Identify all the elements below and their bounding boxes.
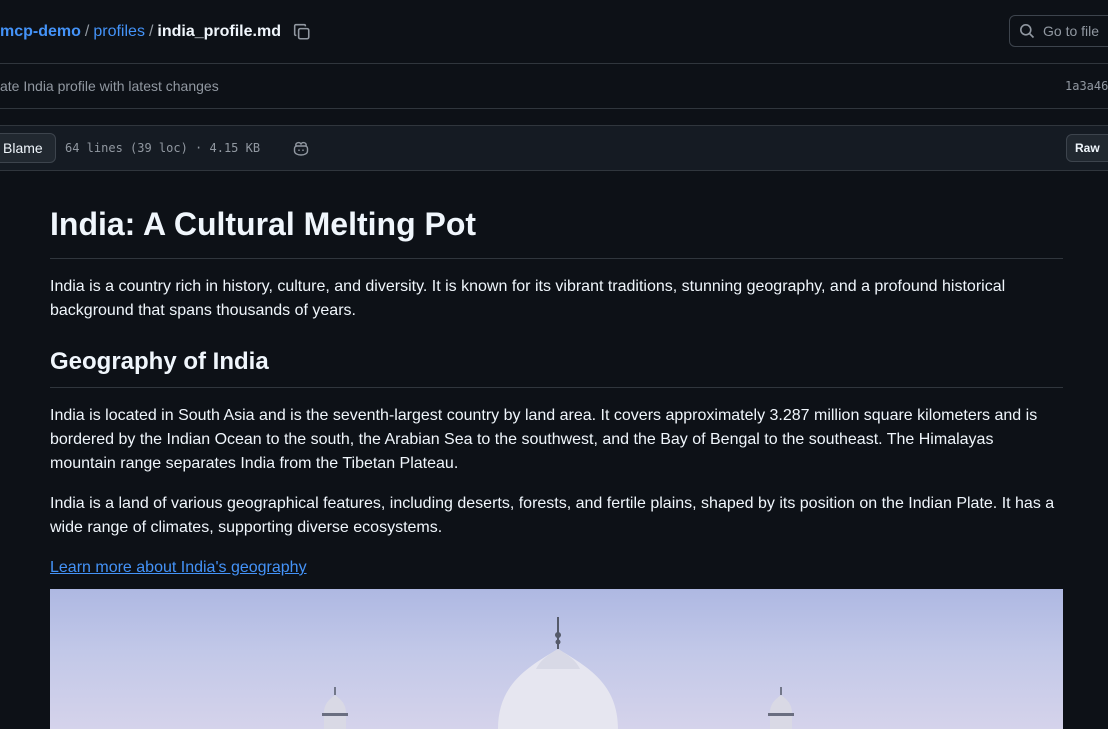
- raw-button[interactable]: Raw: [1066, 134, 1108, 162]
- geography-paragraph-1: India is located in South Asia and is th…: [50, 407, 1038, 472]
- page-title: India: A Cultural Melting Pot: [50, 204, 1063, 259]
- file-header: mcp-demo / profiles / india_profile.md G…: [0, 0, 1108, 64]
- breadcrumb-folder-link[interactable]: profiles: [93, 23, 145, 41]
- geography-link[interactable]: Learn more about India's geography: [50, 559, 307, 576]
- search-icon: [1020, 24, 1035, 39]
- breadcrumb: mcp-demo / profiles / india_profile.md: [0, 20, 311, 44]
- breadcrumb-separator: /: [84, 23, 90, 40]
- breadcrumb-current-file: india_profile.md: [157, 23, 281, 40]
- blame-button[interactable]: Blame: [0, 133, 56, 163]
- file-toolbar: Blame 64 lines (39 loc) · 4.15 KB Raw: [0, 125, 1108, 171]
- commit-message[interactable]: ate India profile with latest changes: [0, 78, 219, 94]
- breadcrumb-repo-link[interactable]: mcp-demo: [0, 23, 81, 41]
- latest-commit-bar: ate India profile with latest changes 1a…: [0, 64, 1108, 109]
- file-info: 64 lines (39 loc) · 4.15 KB: [65, 141, 261, 155]
- geography-paragraph-2: India is a land of various geographical …: [50, 495, 1055, 536]
- copy-icon[interactable]: [293, 23, 311, 41]
- intro-paragraph: India is a country rich in history, cult…: [50, 278, 1006, 319]
- copilot-icon[interactable]: [292, 139, 310, 157]
- go-to-file-label: Go to file: [1043, 23, 1100, 39]
- geography-heading: Geography of India: [50, 347, 1063, 388]
- markdown-body: India: A Cultural Melting Pot India is a…: [50, 190, 1063, 580]
- breadcrumb-separator: /: [148, 23, 154, 40]
- go-to-file-button[interactable]: Go to file: [1009, 15, 1108, 47]
- commit-hash[interactable]: 1a3a46: [1065, 79, 1108, 93]
- taj-mahal-image: [50, 589, 1063, 729]
